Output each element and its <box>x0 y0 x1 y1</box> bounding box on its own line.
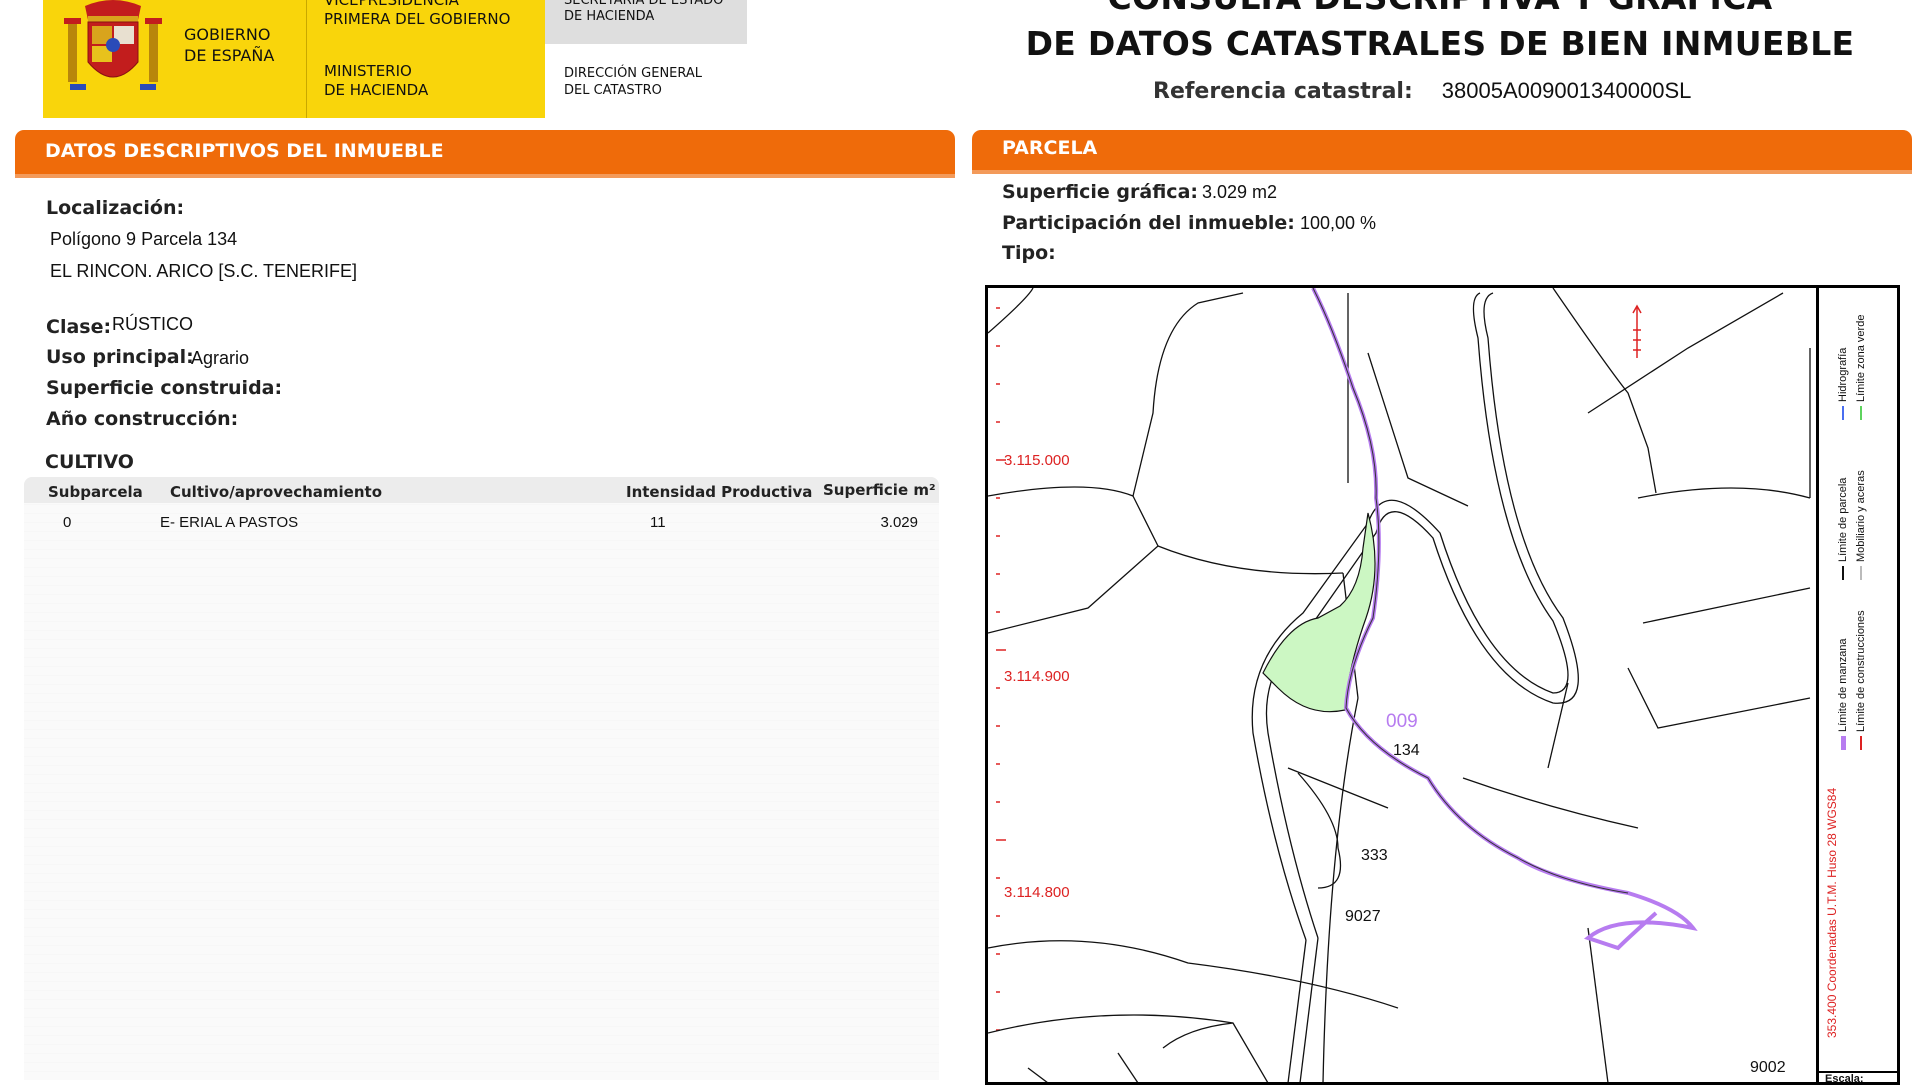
scale-label: Escala: <box>1825 1073 1864 1085</box>
graphic-surface-value: 3.029 m2 <box>1202 182 1278 202</box>
cell-surface: 3.029 <box>880 514 918 531</box>
cell-subparcel: 0 <box>63 514 72 531</box>
vicepresidency-text: VICEPRESIDENCIA PRIMERA DEL GOBIERNO <box>324 0 511 28</box>
map-legend-panel: 353.400 Coordenadas U.T.M. Huso 28 WGS84… <box>1819 288 1897 1085</box>
graphic-surface-label: Superficie gráfica: <box>1002 181 1198 203</box>
location-line2: EL RINCON. ARICO [S.C. TENERIFE] <box>50 261 358 281</box>
label-333: 333 <box>1361 847 1388 864</box>
parcel-boundaries <box>988 288 1811 1082</box>
main-use-value: Agrario <box>191 348 250 368</box>
parcel-number-label: 134 <box>1393 742 1420 759</box>
col-intensity: Intensidad Productiva <box>626 483 813 501</box>
north-arrow-icon <box>1632 304 1642 358</box>
location-label: Localización: <box>46 197 185 219</box>
crop-table <box>24 477 939 1080</box>
parcel-map-drawing <box>988 288 1811 1082</box>
directorate-text: DIRECCIÓN GENERAL DEL CATASTRO <box>564 66 703 98</box>
legend-mobiliario: Mobiliario y aceras <box>1855 470 1867 580</box>
cadastral-reference-value: 38005A009001340000SL <box>1441 78 1692 103</box>
main-use-label: Uso principal: <box>46 346 194 368</box>
participation-value: 100,00 % <box>1300 213 1377 233</box>
header-divider <box>306 0 307 118</box>
document-title-line2: DE DATOS CATASTRALES DE BIEN INMUEBLE <box>1025 24 1855 63</box>
class-label: Clase: <box>46 316 112 338</box>
legend-manzana: Límite de manzana <box>1837 638 1849 750</box>
participation-label: Participación del inmueble: <box>1002 212 1295 234</box>
legend-coords: 353.400 Coordenadas U.T.M. Huso 28 WGS84 <box>1825 787 1839 1038</box>
col-crop: Cultivo/aprovechamiento <box>170 483 383 501</box>
coord-label-1: 3.115.000 <box>1004 452 1070 469</box>
gov-logo-text: GOBIERNO DE ESPAÑA <box>184 25 275 65</box>
legend-hidrografia: Hidrografía <box>1837 348 1849 420</box>
label-9027: 9027 <box>1345 908 1381 925</box>
built-area-label: Superficie construida: <box>46 377 283 399</box>
legend-zona-verde: Límite zona verde <box>1855 315 1867 420</box>
cadastral-reference: Referencia catastral: 38005A009001340000… <box>1153 78 1691 104</box>
document-title-line1: CONSULTA DESCRIPTIVA Y GRÁFICA <box>1010 0 1870 17</box>
parcel-134-area <box>1262 512 1376 713</box>
coat-of-arms-icon <box>64 0 162 90</box>
coord-label-3: 3.114.800 <box>1004 884 1070 901</box>
parcel-polygon-label: 009 <box>1386 711 1418 732</box>
parcel-header: PARCELA <box>972 130 1912 170</box>
type-label: Tipo: <box>1002 242 1056 264</box>
legend-parcela: Límite de parcela <box>1837 478 1849 580</box>
cadastral-reference-label: Referencia catastral: <box>1153 79 1413 104</box>
construction-year-label: Año construcción: <box>46 408 239 430</box>
class-value: RÚSTICO <box>112 314 193 334</box>
cell-intensity: 11 <box>650 514 666 531</box>
parcel-map: 3.115.000 3.114.900 3.114.800 009 134 33… <box>985 285 1900 1085</box>
descriptive-data-header: DATOS DESCRIPTIVOS DEL INMUEBLE <box>15 130 955 174</box>
ministry-text: MINISTERIO DE HACIENDA <box>324 62 429 99</box>
crop-section-title: CULTIVO <box>45 451 134 473</box>
col-subparcel: Subparcela <box>48 483 143 501</box>
coord-label-2: 3.114.900 <box>1004 668 1070 685</box>
secretary-text: SECRETARÍA DE ESTADO DE HACIENDA <box>564 0 724 24</box>
location-line1: Polígono 9 Parcela 134 <box>50 229 238 249</box>
cell-crop: E- ERIAL A PASTOS <box>160 514 299 531</box>
label-9002: 9002 <box>1750 1059 1786 1076</box>
legend-construcciones: Límite de construcciones <box>1855 610 1867 750</box>
col-surface: Superficie m² <box>823 481 936 499</box>
